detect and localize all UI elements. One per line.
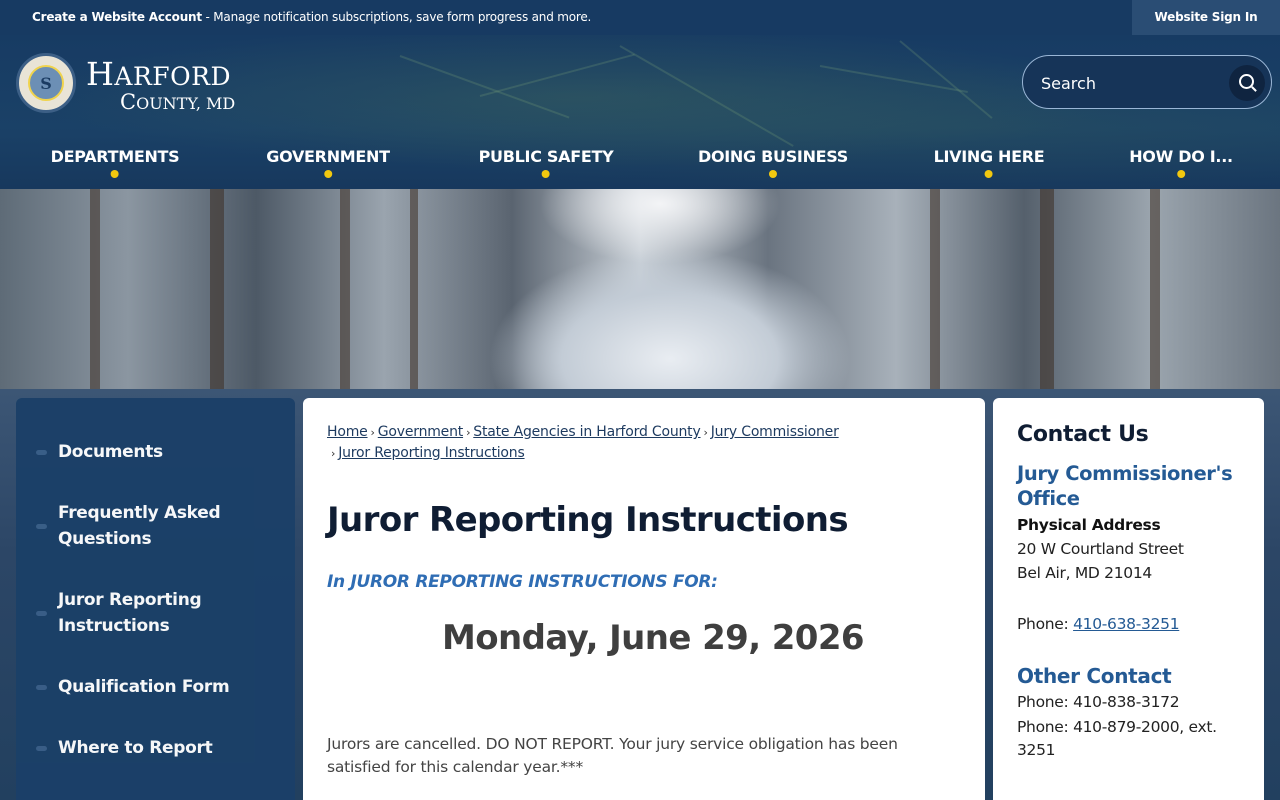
other-phone-1: Phone: 410-838-3172 [1017,693,1180,711]
sidebar-item-qualification-form[interactable]: Qualification Form [16,674,295,700]
sidebar-bullet [36,450,47,455]
page-title: Juror Reporting Instructions [327,500,849,540]
nav-label: HOW DO I... [1129,147,1233,166]
nav-dot [324,170,332,178]
nav-dot [542,170,550,178]
sidebar-bullet [36,611,47,616]
county-seal-logo[interactable]: S [16,53,76,113]
logo-name-rest: ARFORD [114,62,231,91]
search-button[interactable] [1229,65,1265,101]
breadcrumb-separator: › [370,426,375,439]
search-icon-handle [1251,86,1257,92]
reporting-date: Monday, June 29, 2026 [442,618,865,658]
nav-departments[interactable]: DEPARTMENTS [50,147,180,178]
nav-dot [111,170,119,178]
search-input[interactable] [1041,70,1221,96]
nav-label: GOVERNMENT [266,147,390,166]
decorative-frond [399,55,570,119]
breadcrumb-home[interactable]: Home [327,424,368,440]
site-logo-county[interactable]: COUNTY, MD [120,90,235,114]
nav-dot [1177,170,1185,178]
phone-link[interactable]: 410-638-3251 [1073,615,1180,633]
site-logo-name[interactable]: HARFORD [86,55,231,93]
sidebar-bullet [36,746,47,751]
nav-dot [768,170,777,178]
sidebar-item-documents[interactable]: Documents [16,439,295,465]
seal-inner: S [28,65,64,101]
tree-trunk [930,189,940,399]
contact-title: Contact Us [1017,422,1149,447]
tree-trunk [410,189,418,399]
nav-doing-business[interactable]: DOING BUSINESS [697,147,849,178]
logo-letter-c: C [120,90,137,114]
breadcrumb: Home › Government › State Agencies in Harfor… [327,422,927,464]
address-line-2: Bel Air, MD 21014 [1017,564,1152,582]
nav-dot [984,170,993,178]
website-sign-in-button[interactable]: Website Sign In [1132,0,1280,35]
tree-trunk [340,189,350,399]
seal-letter: S [40,74,52,93]
account-message-text: - Manage notification subscriptions, sav… [201,10,592,24]
phone-label: Phone: [1017,615,1074,633]
nav-label: LIVING HERE [933,147,1045,166]
decorative-frond [899,40,993,119]
address-label: Physical Address [1017,516,1161,534]
breadcrumb-state-agencies[interactable]: State Agencies in Harford County [473,424,700,440]
nav-government[interactable]: GOVERNMENT [266,147,390,178]
sidebar-bullet [36,685,47,690]
reporting-notice: Jurors are cancelled. DO NOT REPORT. You… [327,735,898,776]
sidebar-item-label: Juror Reporting Instructions [58,590,202,636]
main-content: Home › Government › State Agencies in Harfor… [303,398,985,800]
nav-label: DEPARTMENTS [50,147,180,166]
nav-label: DOING BUSINESS [697,147,849,166]
tree-trunk [210,189,224,399]
contact-office-name: Jury Commissioner's Office [1017,462,1233,510]
account-message: Create a Website Account - Manage notifi… [32,10,591,24]
sidebar-item-label: Frequently Asked Questions [58,503,221,549]
phone-line: Phone: 410-638-3251 [1017,615,1180,633]
sidebar-item-label: Documents [58,442,163,462]
nav-public-safety[interactable]: PUBLIC SAFETY [478,147,614,178]
main-navigation: DEPARTMENTS GOVERNMENT PUBLIC SAFETY DOI… [0,147,1280,187]
contact-panel: Contact Us Jury Commissioner's Office Ph… [993,398,1264,800]
decorative-frond [619,45,794,147]
breadcrumb-separator: › [703,426,708,439]
logo-county-rest: OUNTY, MD [136,94,236,113]
search-box [1022,55,1272,109]
tree-trunk [1150,189,1160,399]
section-subheading: In JUROR REPORTING INSTRUCTIONS FOR: [327,572,718,592]
breadcrumb-separator: › [331,447,336,460]
breadcrumb-jury-commissioner[interactable]: Jury Commissioner [711,424,839,440]
sidebar-item-label: Where to Report [58,738,213,758]
sidebar-item-faq[interactable]: Frequently Asked Questions [16,500,295,552]
tree-trunk [90,189,100,399]
site-header: S HARFORD COUNTY, MD DEPARTMENTS GOVERNM… [0,35,1280,189]
create-account-link[interactable]: Create a Website Account [32,10,202,24]
other-phone-2: Phone: 410-879-2000, ext. 3251 [1017,718,1217,759]
sidebar-item-juror-reporting-instructions[interactable]: Juror Reporting Instructions [16,587,295,639]
nav-label: PUBLIC SAFETY [478,147,614,166]
nav-how-do-i[interactable]: HOW DO I... [1129,147,1233,178]
other-contact-title: Other Contact [1017,664,1172,688]
sidebar-item-where-to-report[interactable]: Where to Report [16,735,295,761]
tree-trunk [1040,189,1054,399]
logo-letter-h: H [86,55,115,93]
nav-living-here[interactable]: LIVING HERE [933,147,1045,178]
section-sidebar-nav: Documents Frequently Asked Questions Jur… [16,398,295,800]
breadcrumb-separator: › [466,426,471,439]
sidebar-item-label: Qualification Form [58,677,230,697]
sidebar-bullet [36,524,47,529]
utility-bar: Create a Website Account - Manage notifi… [0,0,1280,35]
decorative-frond [479,53,635,97]
address-line-1: 20 W Courtland Street [1017,540,1184,558]
breadcrumb-juror-reporting-instructions[interactable]: Juror Reporting Instructions [338,445,525,461]
breadcrumb-government[interactable]: Government [378,424,464,440]
